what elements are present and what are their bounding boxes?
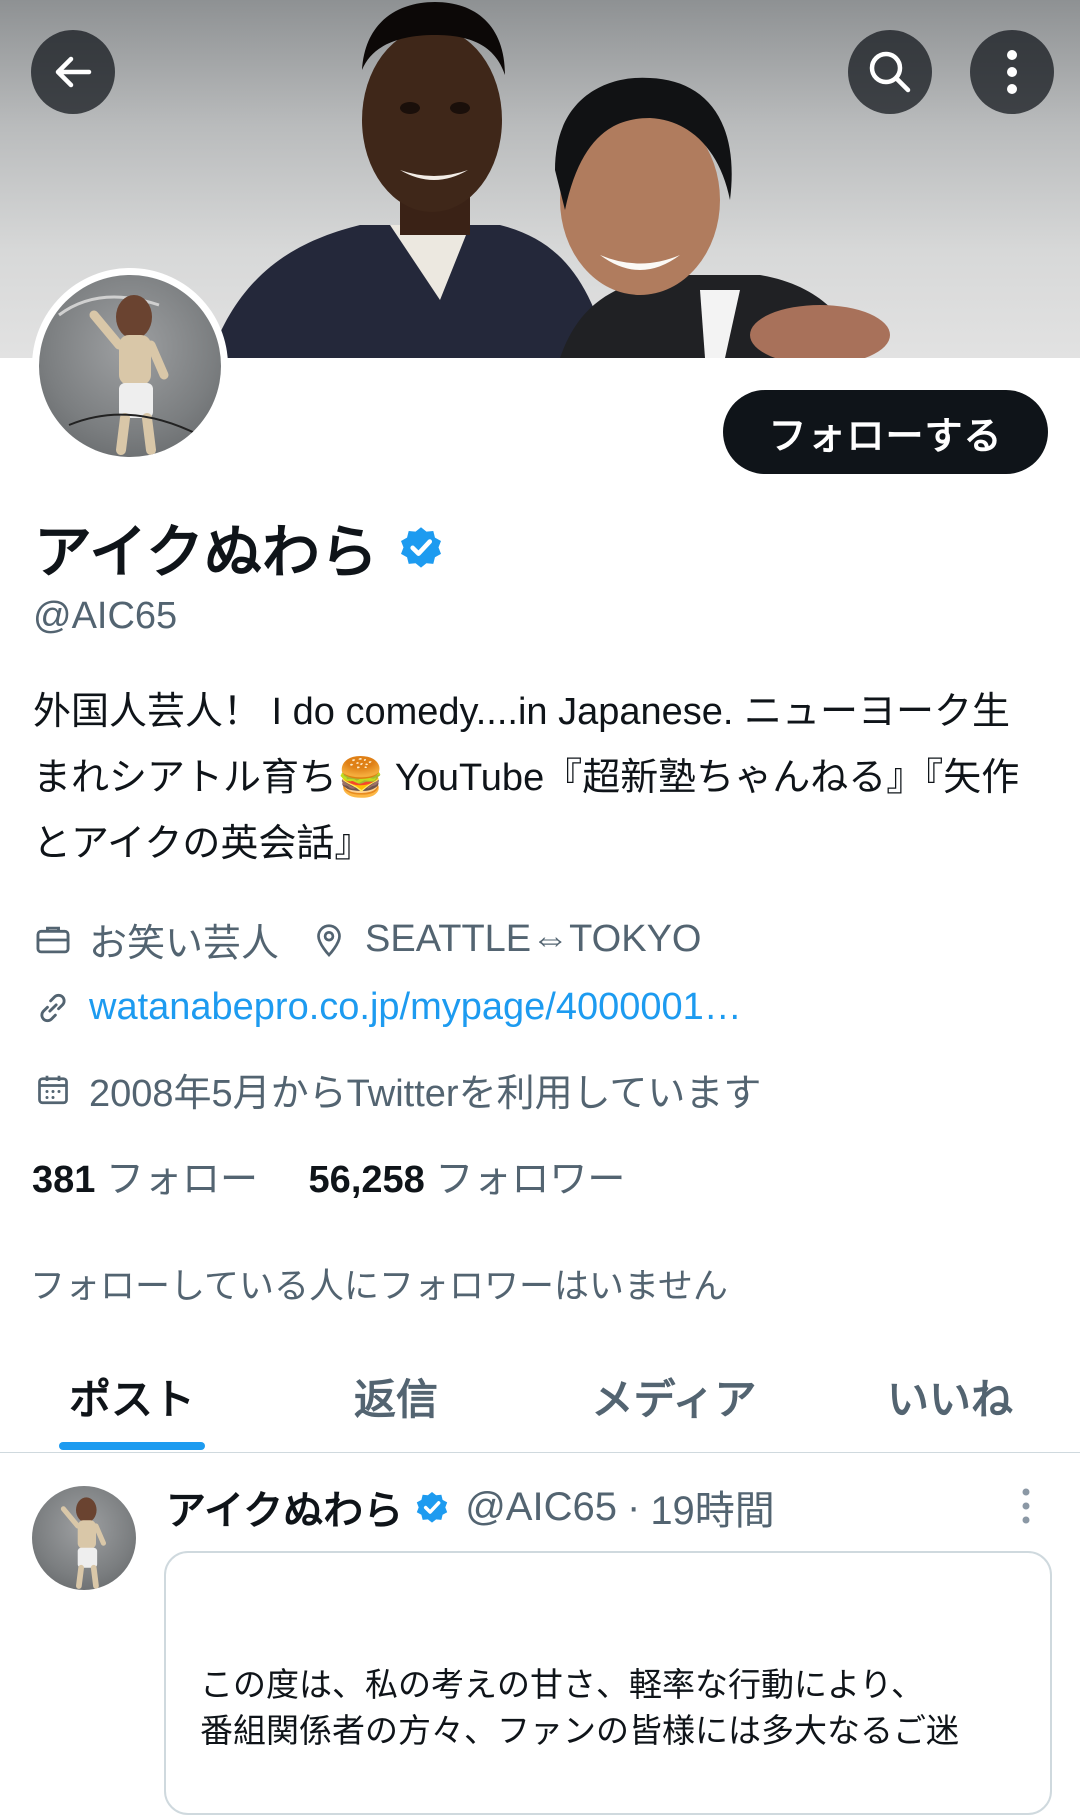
briefcase-icon bbox=[33, 920, 73, 960]
more-vertical-icon bbox=[1007, 50, 1017, 94]
profile-handle: @AIC65 bbox=[33, 595, 178, 637]
profile-bio: 外国人芸人！ I do comedy....in Japanese. ニューヨー… bbox=[33, 691, 1020, 865]
following-label: フォロー bbox=[105, 1159, 258, 1201]
post-separator: · bbox=[626, 1484, 641, 1529]
follow-button[interactable]: フォローする bbox=[723, 390, 1048, 474]
avatar-figure bbox=[60, 1497, 106, 1589]
post-image-text: この度は、私の考えの甘さ、軽率な行動により、 番組関係者の方々、ファンの皆様には… bbox=[200, 1662, 1020, 1754]
post-header: アイクぬわら @AIC65 · 19時間 bbox=[166, 1478, 775, 1536]
profile-joined-date: 2008年5月からTwitterを利用しています bbox=[89, 1073, 762, 1115]
following-count: 381 bbox=[32, 1159, 96, 1201]
mutual-followers-notice: フォローしている人にフォロワーはいません bbox=[30, 1267, 728, 1306]
tab-likes[interactable]: いいね bbox=[820, 1340, 1080, 1452]
back-button[interactable] bbox=[31, 30, 115, 114]
followers-stat[interactable]: 56,258 フォロワー bbox=[309, 1159, 626, 1201]
tab-media[interactable]: メディア bbox=[528, 1340, 820, 1452]
post-timestamp[interactable]: 19時間 bbox=[650, 1478, 775, 1536]
profile-meta-job-location: お笑い芸人 SEATTLE⇔TOKYO bbox=[33, 912, 701, 967]
post-author-handle: @AIC65 bbox=[465, 1484, 617, 1529]
profile-meta-joined: 2008年5月からTwitterを利用しています bbox=[33, 1062, 761, 1117]
calendar-icon bbox=[33, 1070, 73, 1110]
post-author-avatar[interactable] bbox=[32, 1486, 136, 1590]
search-icon bbox=[869, 51, 911, 93]
profile-name-text: アイクぬわら bbox=[34, 520, 378, 585]
tab-posts[interactable]: ポスト bbox=[0, 1340, 264, 1452]
profile-stats: 381 フォロー 56,258 フォロワー bbox=[32, 1148, 625, 1203]
arrow-left-icon bbox=[55, 56, 92, 88]
location-pin-icon bbox=[309, 920, 349, 960]
following-stat[interactable]: 381 フォロー bbox=[32, 1159, 258, 1201]
profile-job: お笑い芸人 bbox=[89, 923, 280, 965]
profile-location: SEATTLE⇔TOKYO bbox=[365, 918, 702, 960]
post-more-button[interactable] bbox=[1014, 1486, 1038, 1526]
profile-name: アイクぬわら bbox=[34, 505, 446, 589]
avatar-figure bbox=[58, 295, 200, 455]
profile-avatar[interactable] bbox=[32, 268, 228, 464]
verified-badge-icon bbox=[400, 527, 441, 568]
active-tab-indicator bbox=[59, 1442, 205, 1450]
post-image-line-2: 番組関係者の方々、ファンの皆様には多大なるご迷 bbox=[200, 1712, 959, 1749]
verified-badge-icon bbox=[417, 1491, 448, 1523]
more-vertical-icon bbox=[1022, 1488, 1030, 1524]
search-button[interactable] bbox=[848, 30, 932, 114]
followers-count: 56,258 bbox=[308, 1159, 425, 1201]
post-image-line-1: この度は、私の考えの甘さ、軽率な行動により、 bbox=[200, 1666, 925, 1703]
tab-replies[interactable]: 返信 bbox=[264, 1340, 528, 1452]
profile-meta-url: watanabepro.co.jp/mypage/4000001… bbox=[33, 986, 742, 1029]
more-options-button[interactable] bbox=[970, 30, 1054, 114]
profile-url-link[interactable]: watanabepro.co.jp/mypage/4000001… bbox=[89, 986, 742, 1029]
profile-tabs: ポスト 返信 メディア いいね bbox=[0, 1340, 1080, 1453]
link-icon bbox=[33, 988, 73, 1028]
followers-label: フォロワー bbox=[435, 1159, 626, 1201]
post-author-name[interactable]: アイクぬわら bbox=[166, 1478, 403, 1536]
